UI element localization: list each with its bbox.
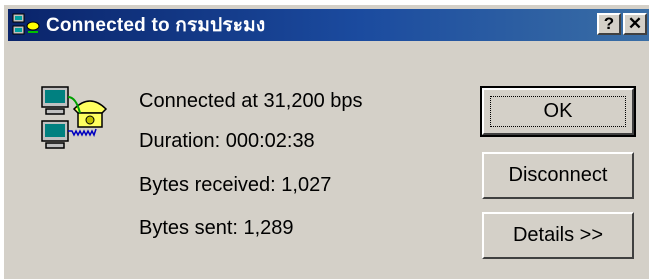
help-button[interactable]: ? <box>597 13 621 35</box>
connection-speed-text: Connected at 31,200 bps <box>139 90 363 112</box>
bytes-received-text: Bytes received: 1,027 <box>139 174 332 196</box>
connection-status-dialog: Connected to กรมประมง ? ✕ Connected at 3… <box>3 4 649 279</box>
details-button-label: Details >> <box>512 224 604 246</box>
disconnect-button[interactable]: Disconnect <box>482 152 634 199</box>
focus-rectangle <box>490 96 626 127</box>
title-bar[interactable]: Connected to กรมประมง ? ✕ <box>8 9 649 41</box>
duration-text: Duration: 000:02:38 <box>139 130 315 152</box>
close-button[interactable]: ✕ <box>623 13 647 35</box>
ok-button[interactable]: OK <box>480 86 636 137</box>
bytes-sent-text: Bytes sent: 1,289 <box>139 217 294 239</box>
window-title: Connected to กรมประมง <box>46 15 266 36</box>
disconnect-button-label: Disconnect <box>508 164 608 186</box>
computers-phone-connection-icon <box>41 86 108 149</box>
dialup-connection-icon <box>12 13 40 35</box>
details-button[interactable]: Details >> <box>482 212 634 259</box>
